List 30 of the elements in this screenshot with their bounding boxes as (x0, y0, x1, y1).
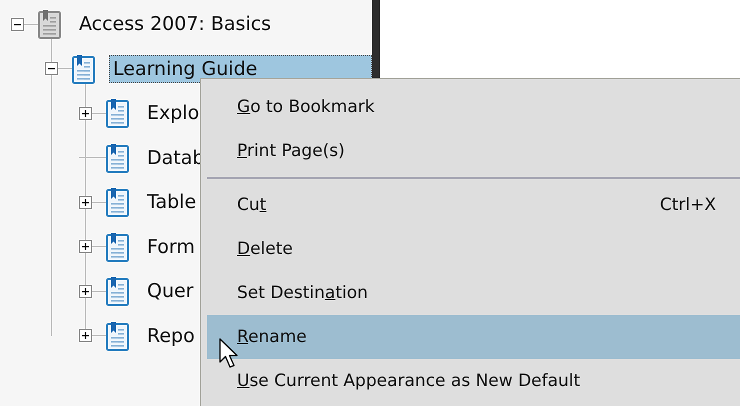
bookmark-page-icon (106, 320, 129, 351)
collapse-icon[interactable] (45, 62, 58, 76)
menu-item[interactable]: Print Page(s) (207, 129, 740, 173)
bookmark-page-icon (106, 232, 129, 262)
expand-icon[interactable] (79, 284, 92, 298)
menu-item[interactable]: Cut Ctrl+X (207, 183, 740, 227)
menu-item[interactable]: Delete (207, 227, 740, 271)
expand-icon[interactable] (79, 240, 92, 254)
menu-item[interactable]: Rename (207, 315, 740, 359)
menu-item[interactable]: Set Destination (207, 271, 740, 315)
bookmark-page-icon (106, 187, 129, 218)
splitter-bar[interactable] (372, 0, 380, 80)
expand-icon[interactable] (79, 196, 92, 209)
collapse-icon[interactable] (11, 18, 24, 31)
bookmark-page-icon (106, 276, 129, 306)
bookmark-page-icon (72, 54, 95, 84)
tree-item[interactable]: Explo (143, 99, 204, 128)
expand-icon[interactable] (79, 106, 92, 120)
tree-item[interactable]: Form (143, 232, 199, 261)
menu-item[interactable]: Use Current Appearance as New Default (207, 359, 740, 403)
menu-item[interactable]: Go to Bookmark (207, 85, 740, 129)
tree-item[interactable]: Learning Guide (109, 54, 372, 83)
bookmark-page-icon (38, 9, 61, 40)
expand-icon[interactable] (79, 329, 92, 342)
bookmark-page-icon (106, 142, 129, 173)
tree-item[interactable]: Table (143, 188, 200, 216)
tree-item[interactable]: Repo (143, 322, 199, 350)
bookmark-page-icon (106, 98, 129, 128)
tree-item[interactable]: Access 2007: Basics (75, 10, 276, 38)
tree-item[interactable]: Quer (143, 277, 198, 306)
